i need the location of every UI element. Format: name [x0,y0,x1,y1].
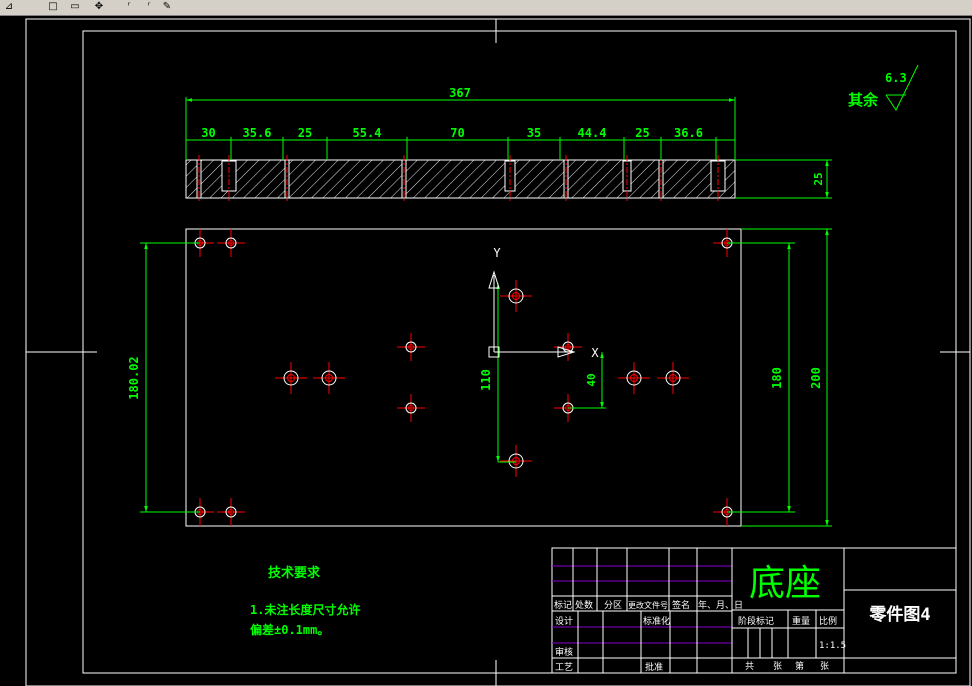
bolt-hole [618,362,650,394]
tb-sheets: 张 [773,661,782,672]
title-block: 标记 处数 分区 更改文件号 签名 年、月、日 设计 标准化 审核 工艺 批准 … [551,547,957,674]
dim-outer-height: 200 [809,367,823,389]
dim-inner-height: 180 [770,367,784,389]
axis-x-label: X [591,346,599,360]
tech-line-1: 1.未注长度尺寸允许 [250,602,360,617]
ucs-icon: Y X [488,246,599,360]
bolt-hole [275,362,307,394]
axis-y-label: Y [493,246,501,260]
tb-approve: 批准 [645,661,663,673]
cad-toolbar: ⊿ □ ▭ ✥ ʳ ʳ ✎ [0,0,972,16]
section-body [185,159,736,199]
tb-process: 工艺 [555,662,573,673]
dim-segment: 35 [527,126,541,140]
tb-stage: 阶段标记 [738,615,774,627]
tb-sheets-2: 张 [820,661,829,672]
bolt-hole [500,280,532,312]
dim-offset-y: 110 [479,369,493,391]
bolt-hole [657,362,689,394]
tb-design: 设计 [555,615,573,627]
bolt-hole [500,445,532,477]
dim-thickness: 25 [812,172,825,185]
part-title: 底座 [749,563,821,604]
dim-segment: 25 [635,126,649,140]
roughness-value: 6.3 [885,71,907,85]
tech-requirements: 技术要求 1.未注长度尺寸允许 偏差±0.1mm。 [250,565,360,637]
bolt-hole [217,498,245,526]
dim-overall-length: 367 [449,86,471,100]
dimension-tool-icon[interactable]: ⊿ [2,1,16,13]
bolt-hole [217,229,245,257]
dim-offset-x: 40 [585,373,598,386]
tb-zone: 分区 [604,600,622,611]
rectangle-tool-icon[interactable]: □ [46,1,60,13]
tb-scale-label: 比例 [819,615,837,627]
text-italic-icon[interactable]: ʳ [142,1,156,13]
tb-scale: 1:1.5 [819,641,846,651]
tb-count: 处数 [575,599,593,611]
paint-tool-icon[interactable]: ✎ [160,1,174,13]
section-view: 367 30 35.6 25 55.4 70 35 44.4 25 36.6 25 [185,86,832,203]
tb-sign: 签名 [672,599,690,611]
dim-segment: 70 [450,126,464,140]
tb-sheet-no: 第 [795,660,804,672]
tb-standardize: 标准化 [643,615,670,627]
window-tool-icon[interactable]: ▭ [68,1,82,13]
bolt-hole [397,394,425,422]
plan-view: 180.02 180 200 110 40 Y X [127,228,832,527]
dim-left-height: 180.02 [127,356,141,399]
drawing-number: 零件图4 [868,604,930,625]
surface-roughness: 其余 6.3 [848,64,919,112]
tb-weight: 重量 [792,615,810,627]
dim-segment: 44.4 [578,126,607,140]
dim-segment: 36.6 [674,126,703,140]
tb-change-doc: 更改文件号 [628,600,668,610]
tech-line-2: 偏差±0.1mm。 [250,622,329,637]
roughness-label: 其余 [848,91,879,109]
dim-segment: 55.4 [353,126,382,140]
text-tool-icon[interactable]: ʳ [122,1,136,13]
dim-segment: 30 [201,126,215,140]
tb-total: 共 [745,661,754,672]
bolt-hole [397,333,425,361]
bolt-hole [313,362,345,394]
tb-date: 年、月、日 [698,599,743,611]
dim-segment: 25 [298,126,312,140]
tb-review: 审核 [555,646,573,658]
snap-tool-icon[interactable]: ✥ [92,1,106,13]
dim-segment: 35.6 [243,126,272,140]
cad-drawing: 367 30 35.6 25 55.4 70 35 44.4 25 36.6 25 其余 6.3… [25,18,971,686]
tech-title: 技术要求 [268,565,321,581]
tb-mark: 标记 [554,599,572,611]
